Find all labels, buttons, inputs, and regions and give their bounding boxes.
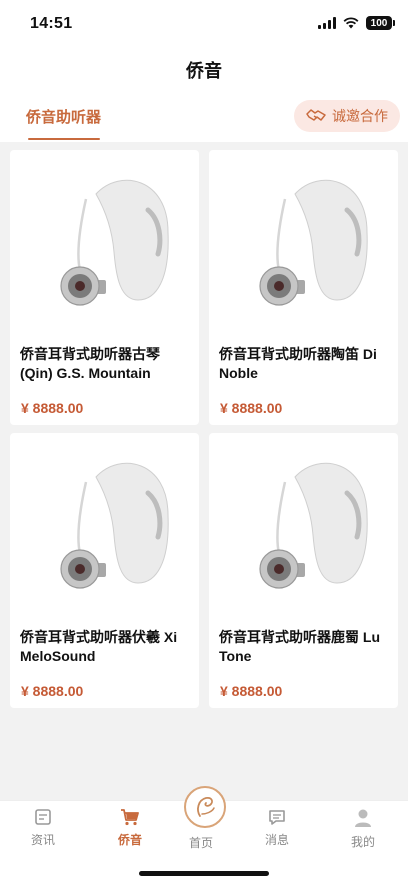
product-card[interactable]: 侨音耳背式助听器伏羲 Xi MeloSound ¥ 8888.00 [10,433,199,708]
page-title: 侨音 [186,61,222,81]
product-grid: 侨音耳背式助听器古琴(Qin) G.S. Mountain ¥ 8888.00 … [10,150,398,708]
tab-profile-label: 我的 [350,835,375,849]
hearing-aid-image [259,179,368,306]
tab-qiaoyin-label: 侨音 [117,833,142,847]
status-bar: 14:51 100 [0,0,408,48]
tab-news-label: 资讯 [30,833,55,847]
tab-profile[interactable]: 我的 [328,801,398,861]
product-title: 侨音耳背式助听器鹿蜀 Lu Tone [219,629,380,664]
product-title: 侨音耳背式助听器伏羲 Xi MeloSound [20,629,178,664]
product-title: 侨音耳背式助听器古琴(Qin) G.S. Mountain [20,346,160,381]
news-icon [35,809,51,825]
product-price: ¥ 8888.00 [220,683,283,699]
tab-home-label[interactable]: 首页 [189,834,213,851]
tab-active-indicator [28,138,100,140]
status-time: 14:51 [30,15,73,32]
product-card[interactable]: 侨音耳背式助听器古琴(Qin) G.S. Mountain ¥ 8888.00 [10,150,199,425]
product-title: 侨音耳背式助听器陶笛 Di Noble [219,346,377,381]
hearing-aid-image [60,179,169,306]
cooperation-button[interactable]: 诚邀合作 [294,100,400,132]
battery-icon: 100 [366,16,395,30]
home-indicator [139,871,269,876]
product-price: ¥ 8888.00 [21,683,84,699]
product-price: ¥ 8888.00 [220,400,283,416]
tab-messages[interactable]: 消息 [242,801,312,861]
tab-messages-label: 消息 [264,833,289,847]
product-card[interactable]: 侨音耳背式助听器陶笛 Di Noble ¥ 8888.00 [209,150,398,425]
tab-hearing-aids[interactable]: 侨音助听器 [26,106,101,127]
user-icon [355,809,371,827]
cooperation-label: 诚邀合作 [332,108,388,124]
tab-news[interactable]: 资讯 [8,801,78,861]
nav-bar: 侨音 [0,48,408,92]
message-icon [269,810,285,825]
cellular-signal-icon [318,17,336,29]
handshake-icon [306,109,326,121]
hearing-aid-image [60,462,169,589]
phoenix-icon [197,796,215,817]
product-card[interactable]: 侨音耳背式助听器鹿蜀 Lu Tone ¥ 8888.00 [209,433,398,708]
home-logo-icon[interactable] [184,786,226,828]
status-indicators: 100 [318,16,395,30]
hearing-aid-image [259,462,368,589]
cart-icon [121,809,139,826]
battery-level: 100 [370,17,388,29]
category-tabs: 侨音助听器 诚邀合作 [0,92,408,142]
product-price: ¥ 8888.00 [21,400,84,416]
bottom-tab-bar: 资讯 侨音 首页 消息 我的 [0,786,408,883]
tab-qiaoyin[interactable]: 侨音 [95,801,165,861]
wifi-icon [343,17,359,29]
